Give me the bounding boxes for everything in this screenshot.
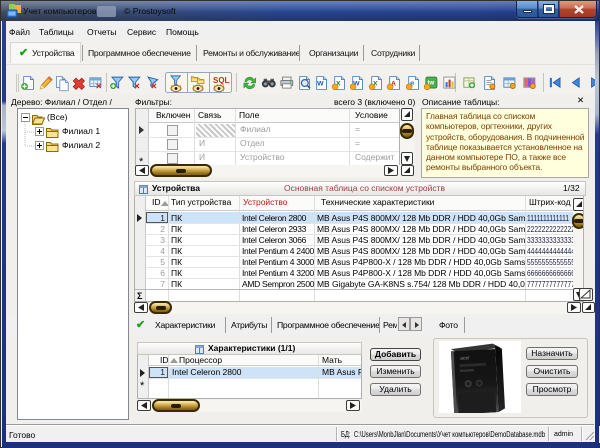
svg-text:W: W — [317, 81, 324, 88]
svg-text:SQL: SQL — [213, 76, 230, 85]
svg-text:acer: acer — [460, 355, 470, 362]
